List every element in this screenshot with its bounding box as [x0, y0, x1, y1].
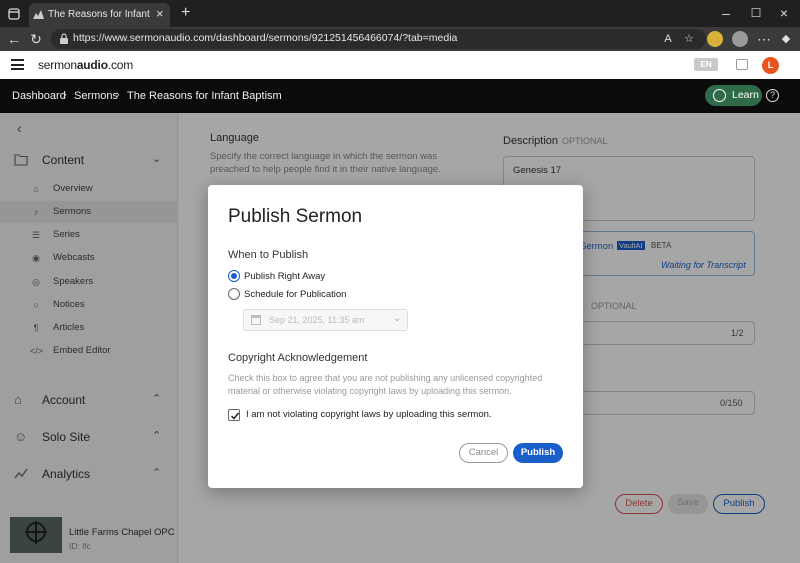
close-window-icon[interactable]: × — [776, 5, 792, 21]
maximize-icon[interactable]: ☐ — [748, 5, 764, 21]
more-menu-icon[interactable]: ⋯ — [756, 31, 772, 47]
app-header: sermonaudio.com EN L — [0, 51, 800, 79]
url-text: https://www.sermonaudio.com/dashboard/se… — [73, 32, 458, 44]
calendar-icon — [251, 315, 261, 325]
schedule-radio[interactable] — [228, 288, 240, 300]
reload-icon[interactable]: ↻ — [28, 31, 44, 47]
hamburger-menu-icon[interactable] — [11, 59, 24, 70]
breadcrumb-dashboard[interactable]: Dashboard — [12, 90, 66, 102]
checkmark-icon — [230, 412, 240, 420]
back-icon[interactable]: ← — [6, 31, 22, 47]
copilot-icon[interactable]: ◆ — [778, 31, 794, 47]
minimize-icon[interactable]: – — [718, 5, 734, 21]
date-placeholder: Sep 21, 2025, 11:35 am — [269, 315, 365, 325]
dialog-title: Publish Sermon — [228, 206, 363, 227]
breadcrumb-sermons[interactable]: Sermons — [74, 90, 118, 102]
favorite-star-icon[interactable]: ☆ — [681, 31, 697, 47]
browser-titlebar: The Reasons for Infant Baptism | S × + –… — [0, 0, 800, 27]
url-field[interactable]: https://www.sermonaudio.com/dashboard/se… — [51, 29, 706, 49]
sermonaudio-favicon — [33, 10, 44, 19]
tab-title: The Reasons for Infant Baptism | S — [48, 9, 152, 20]
schedule-date-picker[interactable]: Sep 21, 2025, 11:35 am ⌄ — [243, 309, 408, 331]
profile-avatar-icon[interactable] — [732, 31, 748, 47]
copyright-checkbox[interactable] — [228, 409, 240, 421]
chevron-down-icon: ⌄ — [393, 313, 402, 324]
extension-icon[interactable] — [707, 31, 723, 47]
publish-sermon-dialog: Publish Sermon When to Publish Publish R… — [208, 185, 583, 488]
notes-icon[interactable] — [736, 59, 748, 70]
publish-now-label[interactable]: Publish Right Away — [244, 271, 325, 282]
lock-icon — [60, 33, 68, 44]
address-bar-row: ← ↻ https://www.sermonaudio.com/dashboar… — [0, 27, 800, 51]
publish-button[interactable]: Publish — [513, 443, 563, 463]
schedule-label[interactable]: Schedule for Publication — [244, 289, 346, 300]
copyright-title: Copyright Acknowledgement — [228, 352, 368, 364]
user-avatar[interactable]: L — [762, 57, 779, 74]
close-tab-icon[interactable]: × — [156, 7, 164, 21]
cancel-button[interactable]: Cancel — [459, 443, 508, 463]
sermonaudio-logo[interactable]: sermonaudio.com — [38, 58, 133, 72]
browser-tab[interactable]: The Reasons for Infant Baptism | S × — [29, 3, 170, 27]
help-icon[interactable]: ? — [766, 89, 779, 102]
when-to-publish-label: When to Publish — [228, 249, 309, 261]
learn-icon — [713, 89, 726, 102]
publish-now-radio[interactable] — [228, 270, 240, 282]
new-tab-icon[interactable]: + — [181, 5, 190, 21]
tab-actions-icon[interactable] — [6, 6, 22, 22]
copyright-checkbox-label[interactable]: I am not violating copyright laws by upl… — [246, 409, 492, 420]
learn-button[interactable]: Learn — [705, 85, 762, 106]
chevron-right-icon: › — [116, 89, 120, 101]
read-aloud-icon[interactable]: A — [660, 31, 676, 47]
breadcrumb: Dashboard › Sermons › The Reasons for In… — [0, 79, 800, 113]
copyright-hint: Check this box to agree that you are not… — [228, 373, 543, 396]
language-badge[interactable]: EN — [694, 58, 718, 71]
chevron-right-icon: › — [63, 89, 67, 101]
breadcrumb-current: The Reasons for Infant Baptism — [127, 90, 282, 102]
